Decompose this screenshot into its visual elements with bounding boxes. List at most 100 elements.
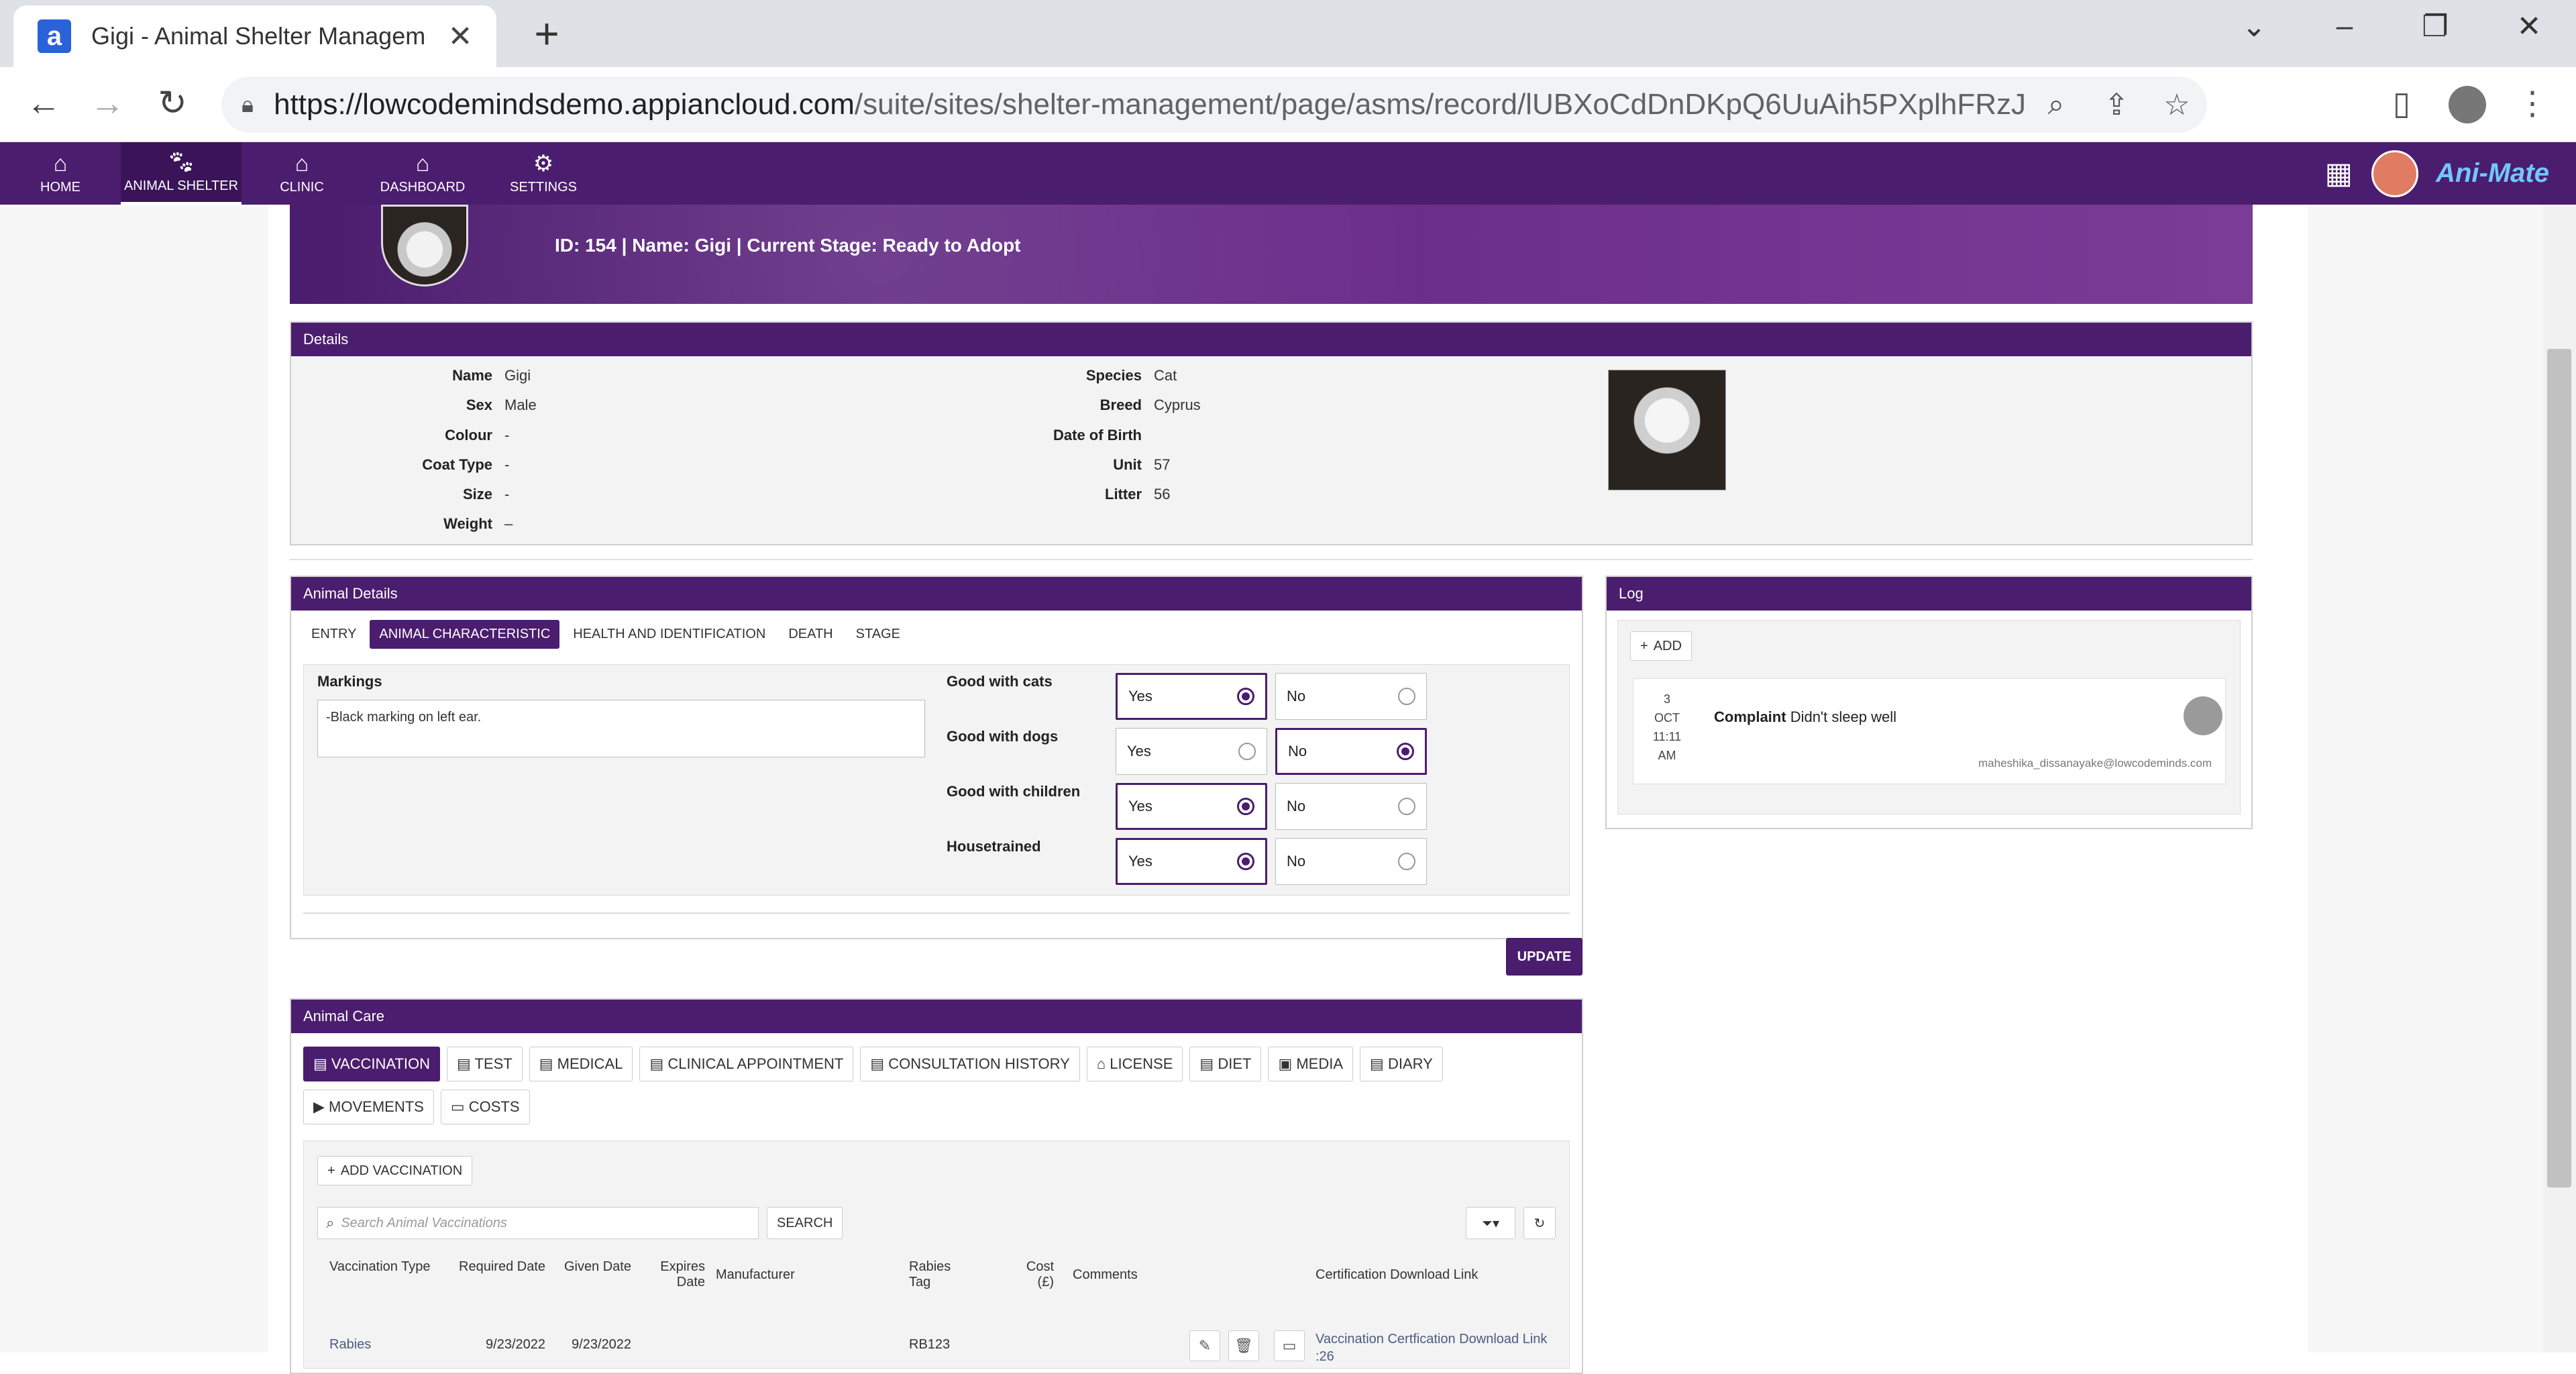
log-entry: 3 OCT 11:11 AM Complaint Didn't sleep we… (1633, 678, 2226, 784)
tab-movements[interactable]: ▶ MOVEMENTS (303, 1090, 434, 1124)
radio-housetrained-no[interactable]: No (1275, 838, 1427, 885)
log-add-button[interactable]: + ADD (1630, 631, 1692, 661)
restore-icon[interactable]: ❐ (2408, 9, 2462, 44)
radio-dot-icon (1238, 743, 1256, 760)
tab-search-icon[interactable]: ⌄ (2227, 9, 2281, 44)
record-banner: ID: 154 | Name: Gigi | Current Stage: Re… (290, 205, 2253, 304)
radio-dogs-yes[interactable]: Yes (1116, 728, 1267, 775)
tab-close-icon[interactable]: ✕ (440, 19, 480, 54)
tab-stage[interactable]: STAGE (847, 620, 910, 649)
filter-icon[interactable]: ⏷▾ (1466, 1207, 1515, 1239)
apps-grid-icon[interactable]: ▦ (2325, 156, 2353, 191)
radio-label: No (1287, 688, 1306, 704)
log-date: 3 OCT 11:11 AM (1647, 690, 1687, 765)
characteristic-form: Markings -Black marking on left ear. Goo… (303, 664, 1570, 896)
tab-media[interactable]: ▣ MEDIA (1268, 1047, 1354, 1081)
view-icon[interactable]: ▭ (1274, 1330, 1305, 1361)
detail-value: 56 (1154, 486, 1171, 503)
side-panel-icon[interactable]: ▯ (2378, 85, 2425, 122)
add-vaccination-button[interactable]: + ADD VACCINATION (317, 1156, 473, 1185)
reload-icon[interactable]: ↻ (149, 83, 196, 123)
tab-consultation-history[interactable]: ▤ CONSULTATION HISTORY (860, 1047, 1080, 1081)
paw-icon: 🐾︎ (166, 150, 196, 175)
radio-dot-icon (1398, 853, 1415, 870)
user-avatar[interactable] (2371, 150, 2419, 197)
detail-key: Date of Birth (1053, 427, 1142, 443)
tab-license[interactable]: ⌂ LICENSE (1086, 1047, 1183, 1081)
profile-avatar-icon[interactable] (2449, 86, 2486, 123)
search-icon: ⌕ (326, 1214, 335, 1231)
radio-dogs-no[interactable]: No (1275, 728, 1427, 775)
minimize-icon[interactable]: – (2318, 9, 2371, 43)
radio-children-yes[interactable]: Yes (1116, 783, 1267, 830)
cell-certificate-link[interactable]: Vaccination Certfication Download Link :… (1316, 1330, 1550, 1365)
detail-value: - (504, 427, 510, 443)
tab-label: MEDIA (1296, 1055, 1344, 1072)
tab-medical[interactable]: ▤ MEDICAL (529, 1047, 633, 1081)
cell-given-date: 9/23/2022 (572, 1337, 631, 1352)
window-close-icon[interactable]: ✕ (2502, 9, 2556, 44)
share-icon[interactable]: ⇪ (2086, 88, 2147, 122)
tab-label: TEST (474, 1055, 513, 1072)
delete-icon[interactable]: 🗑︎ (1228, 1330, 1259, 1361)
details-title: Details (291, 323, 2251, 356)
zoom-icon[interactable]: ⌕ (2026, 88, 2086, 121)
radio-dot-icon (1397, 743, 1414, 760)
radio-label: Yes (1128, 798, 1152, 814)
tab-label: DIET (1218, 1055, 1252, 1072)
animal-care-title: Animal Care (291, 1000, 1582, 1033)
update-button[interactable]: UPDATE (1506, 938, 1582, 975)
browser-tab[interactable]: a Gigi - Animal Shelter Manageme ✕ (13, 5, 496, 67)
nav-item-settings[interactable]: ⚙ SETTINGS (483, 142, 604, 205)
search-button[interactable]: SEARCH (767, 1207, 843, 1239)
radio-label: No (1287, 853, 1306, 869)
log-title: Log (1607, 577, 2251, 611)
detail-key: Sex (466, 397, 492, 413)
tab-clinical-appointment[interactable]: ▤ CLINICAL APPOINTMENT (639, 1047, 854, 1081)
nav-item-dashboard[interactable]: ⌂ DASHBOARD (362, 142, 483, 205)
question-label: Good with cats (947, 673, 1053, 690)
column-header: Required Date (459, 1259, 545, 1274)
detail-value: Gigi (504, 367, 531, 384)
radio-housetrained-yes[interactable]: Yes (1116, 838, 1267, 885)
vaccination-section: + ADD VACCINATION ⌕ Search Animal Vaccina… (303, 1141, 1570, 1369)
column-header: Comments (1073, 1267, 1138, 1282)
new-tab-icon[interactable]: + (523, 12, 570, 59)
tab-label: CLINICAL APPOINTMENT (667, 1055, 844, 1072)
nav-item-animal-shelter[interactable]: 🐾︎ ANIMAL SHELTER (121, 142, 241, 205)
log-add-label: ADD (1653, 638, 1682, 653)
nav-item-clinic[interactable]: ⌂ CLINIC (241, 142, 362, 205)
edit-icon[interactable]: ✎ (1189, 1330, 1220, 1361)
tab-test[interactable]: ▤ TEST (447, 1047, 523, 1081)
scrollbar-thumb[interactable] (2547, 349, 2571, 1187)
radio-dot-icon (1237, 688, 1254, 705)
log-text: Didn't sleep well (1790, 708, 1896, 725)
banner-title: ID: 154 | Name: Gigi | Current Stage: Re… (555, 235, 1021, 256)
nav-item-home[interactable]: ⌂ HOME (0, 142, 121, 205)
markings-textarea[interactable]: -Black marking on left ear. (317, 700, 925, 757)
radio-cats-no[interactable]: No (1275, 673, 1427, 720)
radio-cats-yes[interactable]: Yes (1116, 673, 1267, 720)
tab-animal-characteristic[interactable]: ANIMAL CHARACTERISTIC (370, 620, 560, 649)
search-input[interactable]: ⌕ Search Animal Vaccinations (317, 1207, 759, 1239)
column-header: Manufacturer (716, 1267, 795, 1282)
back-icon[interactable]: ← (20, 83, 67, 123)
forward-icon[interactable]: → (84, 83, 131, 123)
address-bar[interactable]: 🔒︎ https://lowcodemindsdemo.appiancloud.… (221, 76, 2207, 133)
tab-death[interactable]: DEATH (779, 620, 842, 649)
bookmark-star-icon[interactable]: ☆ (2147, 88, 2207, 122)
tab-costs[interactable]: ▭ COSTS (440, 1090, 530, 1124)
tab-vaccination[interactable]: ▤ VACCINATION (303, 1047, 440, 1081)
tab-diary[interactable]: ▤ DIARY (1360, 1047, 1443, 1081)
detail-key: Litter (1105, 486, 1142, 503)
radio-children-no[interactable]: No (1275, 783, 1427, 830)
cell-vaccination-type[interactable]: Rabies (329, 1337, 371, 1353)
tab-diet[interactable]: ▤ DIET (1189, 1047, 1262, 1081)
refresh-icon[interactable]: ↻ (1523, 1207, 1556, 1239)
browser-menu-icon[interactable]: ⋮ (2509, 85, 2556, 122)
tab-health-identification[interactable]: HEALTH AND IDENTIFICATION (564, 620, 775, 649)
tab-entry[interactable]: ENTRY (302, 620, 366, 649)
column-header: Certification Download Link (1316, 1267, 1479, 1282)
animal-details-body: ENTRY ANIMAL CHARACTERISTIC HEALTH AND I… (291, 611, 1582, 939)
browser-toolbar: ← → ↻ 🔒︎ https://lowcodemindsdemo.appian… (0, 67, 2576, 142)
